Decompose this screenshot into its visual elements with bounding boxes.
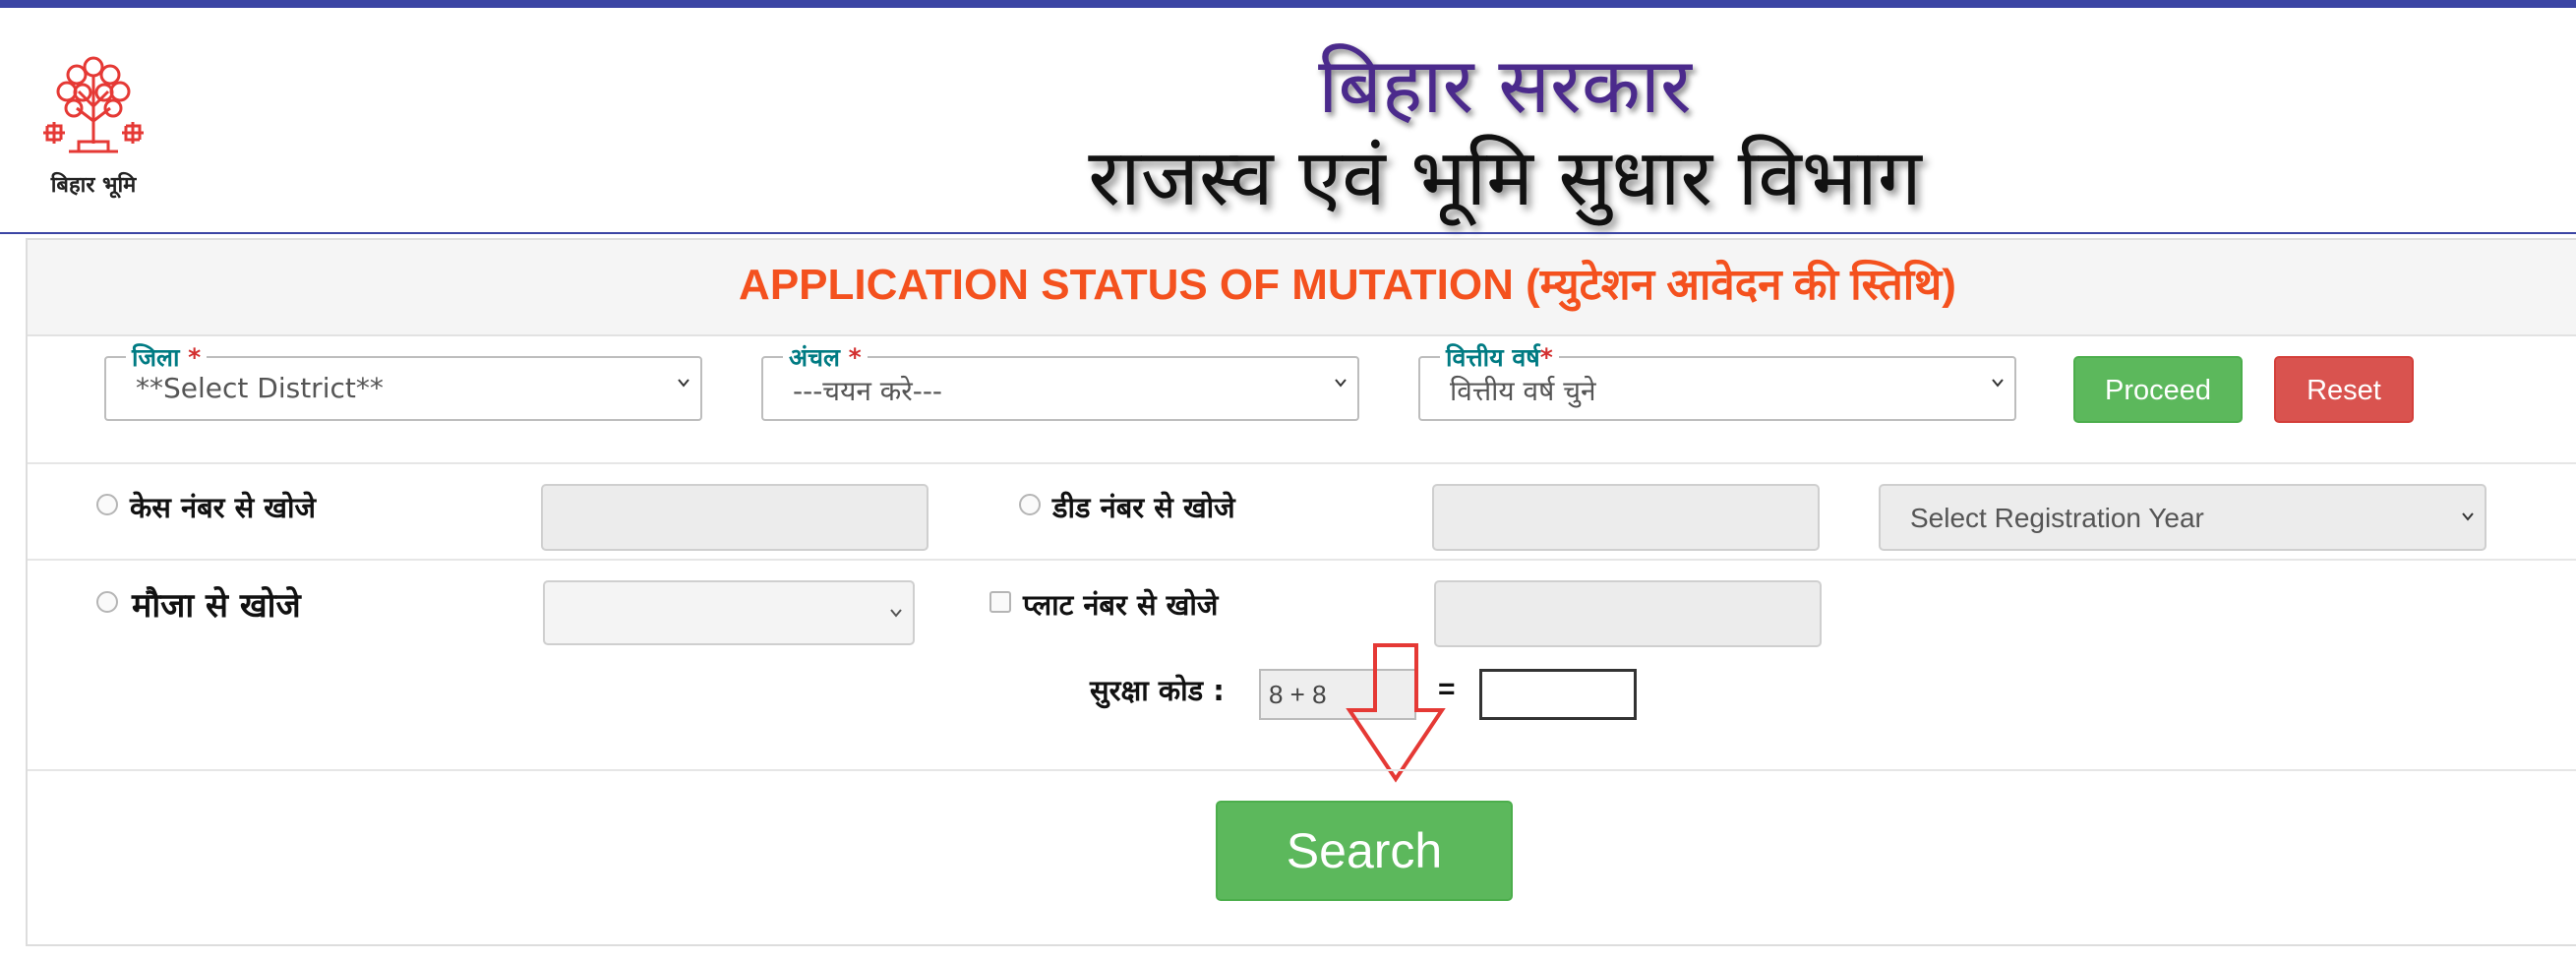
- bihar-bhumi-logo: बिहार भूमि: [30, 47, 157, 205]
- row-divider: [28, 462, 2576, 464]
- registration-year-placeholder: Select Registration Year: [1910, 503, 2204, 533]
- deed-number-label: डीड नंबर से खोजे: [1052, 491, 1235, 524]
- chevron-down-icon: [2462, 512, 2474, 521]
- header-divider: [0, 232, 2576, 234]
- circle-label: अंचल *: [783, 340, 868, 374]
- captcha-label: सुरक्षा कोड :: [1090, 674, 1225, 707]
- case-number-radio[interactable]: [96, 494, 118, 515]
- financial-year-selected-value: वित्तीय वर्ष चुने: [1450, 375, 1596, 407]
- row-divider: [28, 769, 2576, 771]
- district-select[interactable]: जिला * **Select District**: [104, 340, 702, 421]
- search-button[interactable]: Search: [1216, 801, 1513, 901]
- case-number-label: केस नंबर से खोजे: [130, 491, 317, 524]
- department-title: राजस्व एवं भूमि सुधार विभाग: [1088, 132, 1922, 223]
- deed-number-radio[interactable]: [1019, 494, 1041, 515]
- plot-number-checkbox[interactable]: [989, 591, 1011, 613]
- arrow-down-icon: [1346, 643, 1446, 783]
- district-selected-value: **Select District**: [136, 372, 384, 404]
- government-title: बिहार सरकार: [1318, 42, 1692, 131]
- district-label: जिला *: [126, 340, 208, 374]
- circle-select[interactable]: अंचल * ---चयन करे---: [761, 340, 1359, 421]
- chevron-down-icon: [890, 609, 902, 618]
- top-accent-bar: [0, 0, 2576, 8]
- chevron-down-icon: [678, 379, 689, 388]
- row-divider: [28, 559, 2576, 561]
- registration-year-select[interactable]: Select Registration Year: [1879, 484, 2486, 551]
- site-header: बिहार भूमि बिहार सरकार राजस्व एवं भूमि स…: [0, 8, 2576, 232]
- chevron-down-icon: [1992, 379, 2004, 388]
- mauja-select[interactable]: [543, 580, 915, 645]
- reset-button[interactable]: Reset: [2274, 356, 2414, 423]
- mauja-radio[interactable]: [96, 591, 118, 613]
- page-title: APPLICATION STATUS OF MUTATION (म्युटेशन…: [739, 261, 1956, 309]
- financial-year-label: वित्तीय वर्ष*: [1440, 340, 1559, 374]
- plot-number-label: प्लाट नंबर से खोजे: [1023, 588, 1219, 622]
- deed-number-input[interactable]: [1432, 484, 1820, 551]
- proceed-button[interactable]: Proceed: [2073, 356, 2243, 423]
- plot-number-input[interactable]: [1434, 580, 1822, 647]
- chevron-down-icon: [1335, 379, 1347, 388]
- circle-selected-value: ---चयन करे---: [793, 375, 943, 407]
- logo-text: बिहार भूमि: [50, 173, 137, 198]
- mauja-label: मौजा से खोजे: [132, 586, 301, 626]
- case-number-input[interactable]: [541, 484, 929, 551]
- financial-year-select[interactable]: वित्तीय वर्ष* वित्तीय वर्ष चुने: [1418, 340, 2016, 421]
- captcha-answer-input[interactable]: [1479, 669, 1637, 720]
- bodhi-tree-icon: [43, 56, 144, 153]
